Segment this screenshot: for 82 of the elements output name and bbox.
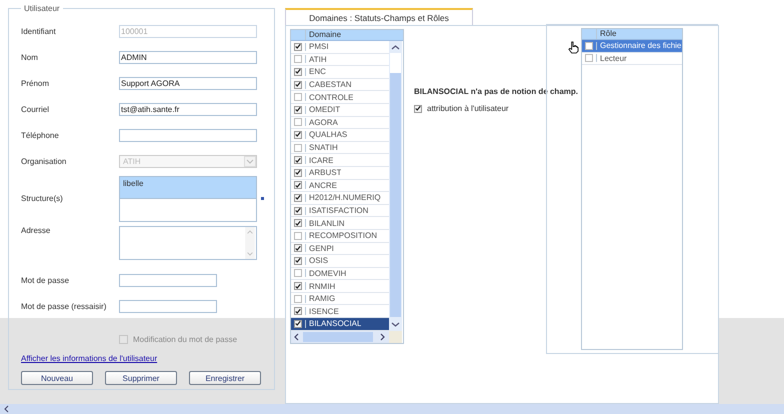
password-field[interactable] xyxy=(119,300,217,313)
checkbox[interactable] xyxy=(294,256,302,265)
checkbox[interactable] xyxy=(294,194,302,202)
fieldset-legend: Utilisateur xyxy=(21,4,63,13)
checkbox[interactable] xyxy=(294,294,302,303)
address-field[interactable] xyxy=(119,226,257,260)
domain-row[interactable]: ISATISFACTION xyxy=(291,204,389,218)
domain-row[interactable]: AGORA xyxy=(291,116,389,130)
scrollbar-drawing xyxy=(244,226,256,259)
field-label: Adresse xyxy=(21,226,52,235)
field-label: Prénom xyxy=(21,79,50,88)
checkbox-label: attribution à l'utilisateur xyxy=(427,104,509,113)
input-field[interactable] xyxy=(119,128,257,142)
checkbox[interactable] xyxy=(294,144,302,152)
input-field[interactable]: ADMIN xyxy=(119,51,257,64)
field-label: Mot de passe xyxy=(21,276,70,285)
input-field[interactable]: Support AGORA xyxy=(119,77,257,90)
field-label: Mot de passe (ressaisir) xyxy=(21,302,108,311)
checkbox[interactable] xyxy=(414,104,422,112)
checkbox[interactable] xyxy=(585,42,593,50)
domain-row[interactable]: ATIH xyxy=(291,54,389,66)
checkbox[interactable] xyxy=(294,181,302,190)
domain-row[interactable]: GENPI xyxy=(291,242,389,256)
user-info-link[interactable]: Afficher les informations de l'utilisateur xyxy=(21,354,264,364)
domain-row[interactable]: ARBUST xyxy=(291,166,389,180)
domain-row[interactable]: H2012/H.NUMERIQ xyxy=(291,192,389,205)
checkbox-label: Modification du mot de passe xyxy=(133,335,238,344)
checkbox[interactable] xyxy=(294,68,302,76)
checkbox[interactable] xyxy=(585,54,593,62)
domain-row[interactable]: ICARE xyxy=(291,154,389,167)
domain-row[interactable]: BILANSOCIAL xyxy=(291,318,389,331)
domain-row[interactable]: PMSI xyxy=(291,41,389,54)
checkbox[interactable] xyxy=(294,106,302,114)
domain-row[interactable]: OSIS xyxy=(291,255,389,268)
field-label: Organisation xyxy=(21,156,68,166)
domain-row[interactable]: CONTROLE xyxy=(291,91,389,104)
action-button[interactable]: Nouveau xyxy=(21,371,93,386)
field-label: Structure(s) xyxy=(21,194,64,204)
checkbox[interactable] xyxy=(294,168,302,177)
checkbox[interactable] xyxy=(294,269,302,278)
checkbox[interactable] xyxy=(294,219,302,228)
checkbox[interactable] xyxy=(294,320,302,328)
field-label: Identifiant xyxy=(21,27,57,36)
checkbox[interactable] xyxy=(294,282,302,290)
checkbox[interactable] xyxy=(294,307,302,316)
domain-row[interactable]: CABESTAN xyxy=(291,78,389,92)
domain-row[interactable]: SNATIH xyxy=(291,142,389,154)
input-field[interactable]: tst@atih.sante.fr xyxy=(119,102,257,116)
structure-list[interactable]: libelle xyxy=(119,176,257,222)
domain-row[interactable]: QUALHAS xyxy=(291,129,389,142)
checkbox[interactable] xyxy=(294,80,302,89)
checkbox[interactable] xyxy=(294,118,302,126)
action-button[interactable]: Supprimer xyxy=(105,371,177,386)
checkbox[interactable] xyxy=(294,130,302,139)
role-row[interactable]: Lecteur xyxy=(582,52,682,66)
domain-row[interactable]: ENC xyxy=(291,66,389,79)
field-label: Téléphone xyxy=(21,130,60,140)
field-label: Nom xyxy=(21,53,39,62)
column-header: libelle xyxy=(120,176,256,199)
domain-row[interactable]: BILANLIN xyxy=(291,217,389,230)
domain-row[interactable]: OMEDIT xyxy=(291,104,389,117)
domain-row[interactable]: RNMIH xyxy=(291,280,389,293)
password-field[interactable] xyxy=(119,274,217,287)
role-row[interactable]: Gestionnaire des fichie xyxy=(582,40,682,53)
checkbox[interactable] xyxy=(294,93,302,102)
domain-row[interactable]: RAMIG xyxy=(291,292,389,306)
action-button[interactable]: Enregistrer xyxy=(189,371,261,386)
add-icon[interactable] xyxy=(261,197,264,200)
checkbox[interactable] xyxy=(294,42,302,51)
checkbox[interactable] xyxy=(294,55,302,64)
checkbox[interactable] xyxy=(294,206,302,215)
checkbox[interactable] xyxy=(294,232,302,240)
domain-row[interactable]: RECOMPOSITION xyxy=(291,230,389,242)
checkbox[interactable] xyxy=(294,156,302,164)
domain-row[interactable]: ANCRE xyxy=(291,180,389,192)
column-header: Rôle xyxy=(599,29,616,39)
checkbox[interactable] xyxy=(294,244,302,252)
column-header: Domaine xyxy=(308,30,342,40)
tab[interactable]: Domaines : Statuts-Champs et Rôles xyxy=(285,8,473,25)
hand-cursor-icon xyxy=(568,41,579,54)
domain-row[interactable]: DOMEVIH xyxy=(291,268,389,280)
field-label: Courriel xyxy=(21,104,50,114)
